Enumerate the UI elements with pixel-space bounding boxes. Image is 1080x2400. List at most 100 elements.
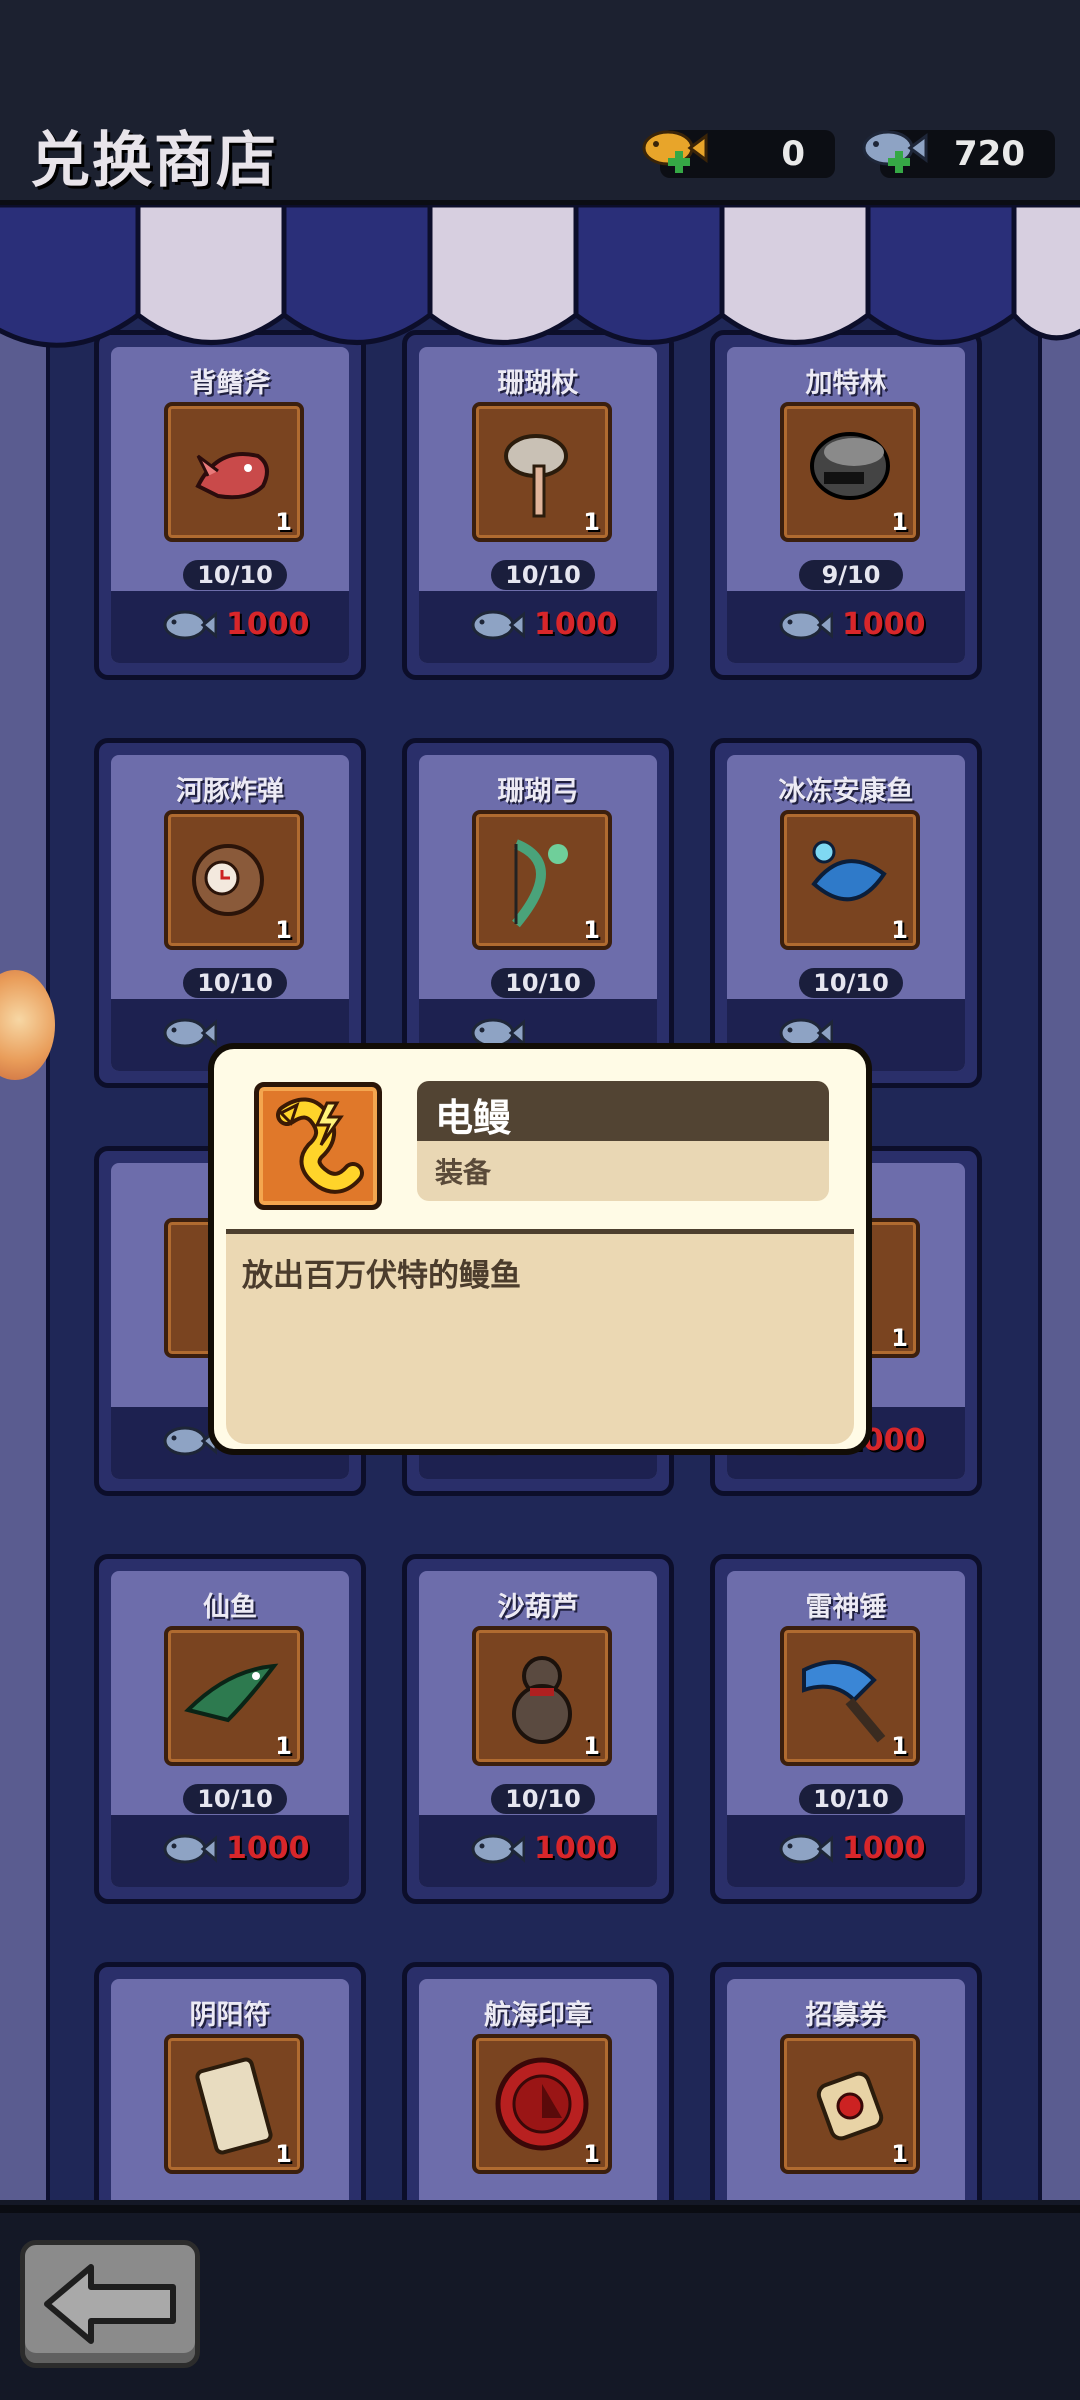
item-price: 1000 [534, 607, 618, 642]
item-name: 沙葫芦 [497, 1592, 579, 1623]
item-name: 珊瑚弓 [497, 776, 579, 807]
item-quantity: 1 [583, 2140, 600, 2168]
price-button[interactable]: 1000 [727, 591, 965, 663]
item-quantity: 1 [583, 508, 600, 536]
item-price: 1000 [842, 1831, 926, 1866]
coral-bow-icon [512, 839, 568, 928]
shop-item-card[interactable]: 沙葫芦 1 10/10 1000 [402, 1554, 674, 1904]
angelfish-icon [184, 1663, 279, 1723]
item-quantity: 1 [275, 508, 292, 536]
item-quantity: 1 [891, 508, 908, 536]
coral-staff-icon [504, 434, 568, 518]
price-button[interactable]: 1000 [419, 591, 657, 663]
item-price: 1000 [226, 1831, 310, 1866]
item-stock: 10/10 [491, 968, 595, 998]
recruit-ticket-icon [816, 2071, 884, 2141]
shop-item-card[interactable]: 仙鱼 1 10/10 1000 [94, 1554, 366, 1904]
item-detail-popup[interactable]: 电鳗 装备 放出百万伏特的鳗鱼 [208, 1043, 872, 1455]
item-quantity: 1 [891, 1324, 908, 1352]
gatling-icon [810, 432, 890, 500]
item-name: 冰冻安康鱼 [778, 776, 914, 807]
item-stock: 10/10 [183, 560, 287, 590]
price-button[interactable]: 1000 [419, 1815, 657, 1887]
shop-awning [0, 205, 1080, 348]
shop-item-card[interactable]: 河豚炸弹 1 10/10 [94, 738, 366, 1088]
price-button[interactable]: 1000 [727, 1815, 965, 1887]
silver-fish-icon [862, 130, 928, 173]
silver-fish-icon [779, 1834, 833, 1864]
price-button[interactable]: 1000 [111, 591, 349, 663]
item-frame[interactable]: 1 [164, 810, 304, 950]
silver-fish-icon [163, 610, 217, 640]
sand-gourd-icon [512, 1656, 572, 1744]
item-name: 雷神锤 [805, 1592, 887, 1623]
puffer-bomb-icon [192, 844, 264, 916]
item-quantity: 1 [583, 916, 600, 944]
gold-fish-count: 0 [781, 134, 805, 174]
item-price: 1000 [226, 607, 310, 642]
item-frame[interactable]: 1 [472, 1626, 612, 1766]
fin-axe-icon [195, 452, 269, 500]
item-frame[interactable]: 1 [164, 1626, 304, 1766]
item-name: 阴阳符 [189, 2000, 271, 2031]
item-name: 航海印章 [484, 2000, 592, 2031]
item-stock: 9/10 [799, 560, 903, 590]
item-frame[interactable]: 1 [164, 2034, 304, 2174]
item-name: 招募券 [805, 2000, 887, 2031]
item-price: 1000 [842, 607, 926, 642]
item-frame[interactable]: 1 [780, 810, 920, 950]
popup-item-type: 装备 [435, 1156, 492, 1189]
item-name: 仙鱼 [203, 1592, 257, 1623]
shop-item-card[interactable]: 珊瑚弓 1 10/10 [402, 738, 674, 1088]
item-stock: 10/10 [491, 560, 595, 590]
item-name: 珊瑚杖 [497, 368, 579, 399]
item-name: 背鳍斧 [189, 368, 271, 399]
item-stock: 10/10 [183, 1784, 287, 1814]
item-name: 河豚炸弹 [176, 776, 284, 807]
item-stock: 10/10 [799, 1784, 903, 1814]
item-stock: 10/10 [183, 968, 287, 998]
thunder-hammer-icon [802, 1660, 886, 1743]
shop-item-card[interactable]: 加特林 1 9/10 1000 [710, 330, 982, 680]
shop-title: 兑换商店 [30, 126, 278, 196]
item-quantity: 1 [275, 916, 292, 944]
gold-fish-currency[interactable]: 0 [642, 130, 835, 178]
item-frame[interactable]: 1 [780, 402, 920, 542]
electric-eel-icon [276, 1097, 364, 1194]
yinyang-talisman-icon [195, 2057, 273, 2155]
shop-item-card[interactable]: 背鳍斧 1 10/10 1000 [94, 330, 366, 680]
silver-fish-currency[interactable]: 720 [862, 130, 1055, 178]
left-wall [0, 205, 46, 2205]
item-name: 加特林 [805, 368, 887, 399]
item-stock: 10/10 [491, 1784, 595, 1814]
silver-fish-count: 720 [954, 134, 1025, 174]
shop-item-card[interactable]: 雷神锤 1 10/10 1000 [710, 1554, 982, 1904]
item-frame[interactable]: 1 [780, 1626, 920, 1766]
silver-fish-icon [471, 1834, 525, 1864]
back-arrow-icon [44, 2264, 176, 2344]
item-price: 1000 [534, 1831, 618, 1866]
silver-fish-icon [471, 610, 525, 640]
popup-item-frame [254, 1082, 382, 1210]
nautical-seal-icon [495, 2057, 589, 2151]
item-quantity: 1 [891, 1732, 908, 1760]
silver-fish-icon [779, 610, 833, 640]
item-quantity: 1 [583, 1732, 600, 1760]
item-frame[interactable]: 1 [780, 2034, 920, 2174]
bottom-bar-divider [0, 2205, 1080, 2213]
item-frame[interactable]: 1 [472, 810, 612, 950]
price-button[interactable]: 1000 [111, 1815, 349, 1887]
back-button[interactable] [20, 2240, 200, 2368]
popup-description-box: 放出百万伏特的鳗鱼 [226, 1229, 854, 1444]
gold-fish-icon [642, 130, 708, 173]
item-frame[interactable]: 1 [472, 2034, 612, 2174]
item-quantity: 1 [275, 2140, 292, 2168]
item-frame[interactable]: 1 [164, 402, 304, 542]
popup-description: 放出百万伏特的鳗鱼 [242, 1258, 521, 1294]
item-frame[interactable]: 1 [472, 402, 612, 542]
silver-fish-icon [163, 1834, 217, 1864]
item-stock: 10/10 [799, 968, 903, 998]
shop-item-card[interactable]: 珊瑚杖 1 10/10 1000 [402, 330, 674, 680]
frozen-anglerfish-icon [811, 840, 887, 902]
shop-item-card[interactable]: 冰冻安康鱼 1 10/10 [710, 738, 982, 1088]
